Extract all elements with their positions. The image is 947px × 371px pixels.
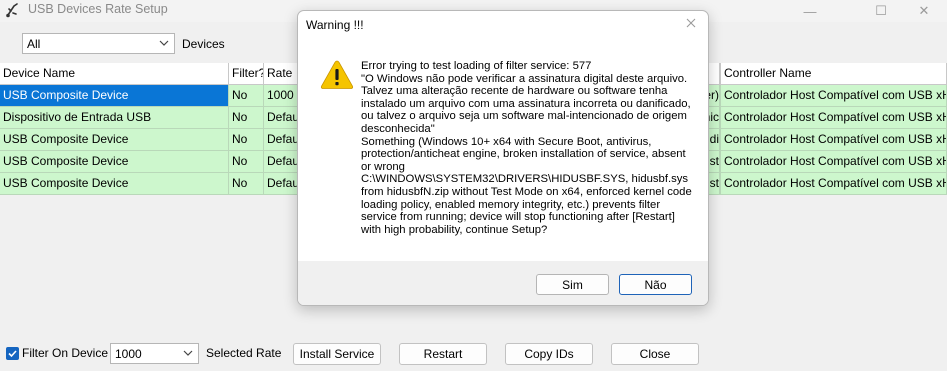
- device-type-value: All: [27, 36, 41, 51]
- filter-cell[interactable]: No: [229, 151, 264, 173]
- chevron-down-icon: [183, 350, 193, 356]
- maximize-icon: ☐: [875, 3, 887, 18]
- controller-name-cell[interactable]: Controlador Host Compatível com USB xHCI…: [720, 173, 947, 195]
- device-name-cell[interactable]: USB Composite Device: [0, 173, 229, 195]
- dialog-message: Error trying to test loading of filter s…: [361, 60, 692, 236]
- checkmark-icon: [8, 350, 17, 358]
- restart-button[interactable]: Restart: [399, 343, 487, 365]
- rate-value: 1000: [115, 346, 142, 361]
- controller-name-cell[interactable]: Controlador Host Compatível com USB xHCI…: [720, 129, 947, 151]
- device-name-cell[interactable]: Dispositivo de Entrada USB: [0, 107, 229, 129]
- device-name-cell[interactable]: USB Composite Device: [0, 129, 229, 151]
- device-type-select[interactable]: All: [22, 33, 175, 54]
- controller-name-cell[interactable]: Controlador Host Compatível com USB xHCI…: [720, 85, 947, 107]
- no-button[interactable]: Não: [619, 274, 692, 295]
- filter-cell[interactable]: No: [229, 129, 264, 151]
- close-window-button[interactable]: ✕: [901, 0, 947, 22]
- dialog-title: Warning !!!: [306, 18, 364, 32]
- dialog-close-icon[interactable]: [684, 16, 698, 30]
- controller-name-cell[interactable]: Controlador Host Compatível com USB xHCI…: [720, 107, 947, 129]
- selected-rate-label: Selected Rate: [206, 346, 282, 360]
- filter-cell[interactable]: No: [229, 85, 264, 107]
- filter-on-device-label[interactable]: Filter On Device: [22, 346, 108, 360]
- device-name-cell[interactable]: USB Composite Device: [0, 151, 229, 173]
- copy-ids-button[interactable]: Copy IDs: [505, 343, 593, 365]
- maximize-button[interactable]: ☐: [858, 0, 904, 22]
- window-title: USB Devices Rate Setup: [28, 2, 168, 16]
- minimize-icon: —: [803, 3, 817, 19]
- close-button[interactable]: Close: [611, 343, 699, 365]
- column-header-device-name[interactable]: Device Name: [0, 63, 229, 85]
- rate-select[interactable]: 1000: [110, 343, 199, 364]
- device-name-cell[interactable]: USB Composite Device: [0, 85, 229, 107]
- usb-app-icon: [6, 3, 18, 18]
- minimize-button[interactable]: —: [787, 0, 833, 22]
- filter-cell[interactable]: No: [229, 107, 264, 129]
- filter-on-device-checkbox[interactable]: [6, 347, 19, 360]
- close-icon: ✕: [918, 3, 930, 18]
- yes-button[interactable]: Sim: [536, 274, 609, 295]
- install-service-button[interactable]: Install Service: [293, 343, 381, 365]
- filter-cell[interactable]: No: [229, 173, 264, 195]
- warning-icon: [320, 60, 354, 89]
- chevron-down-icon: [159, 40, 169, 46]
- column-header-controller-name[interactable]: Controller Name: [720, 63, 947, 85]
- controller-name-cell[interactable]: Controlador Host Compatível com USB xHCI…: [720, 151, 947, 173]
- devices-label: Devices: [182, 37, 225, 51]
- warning-dialog: Warning !!! Error trying to test loading…: [297, 10, 709, 306]
- column-header-filter[interactable]: Filter?: [229, 63, 264, 85]
